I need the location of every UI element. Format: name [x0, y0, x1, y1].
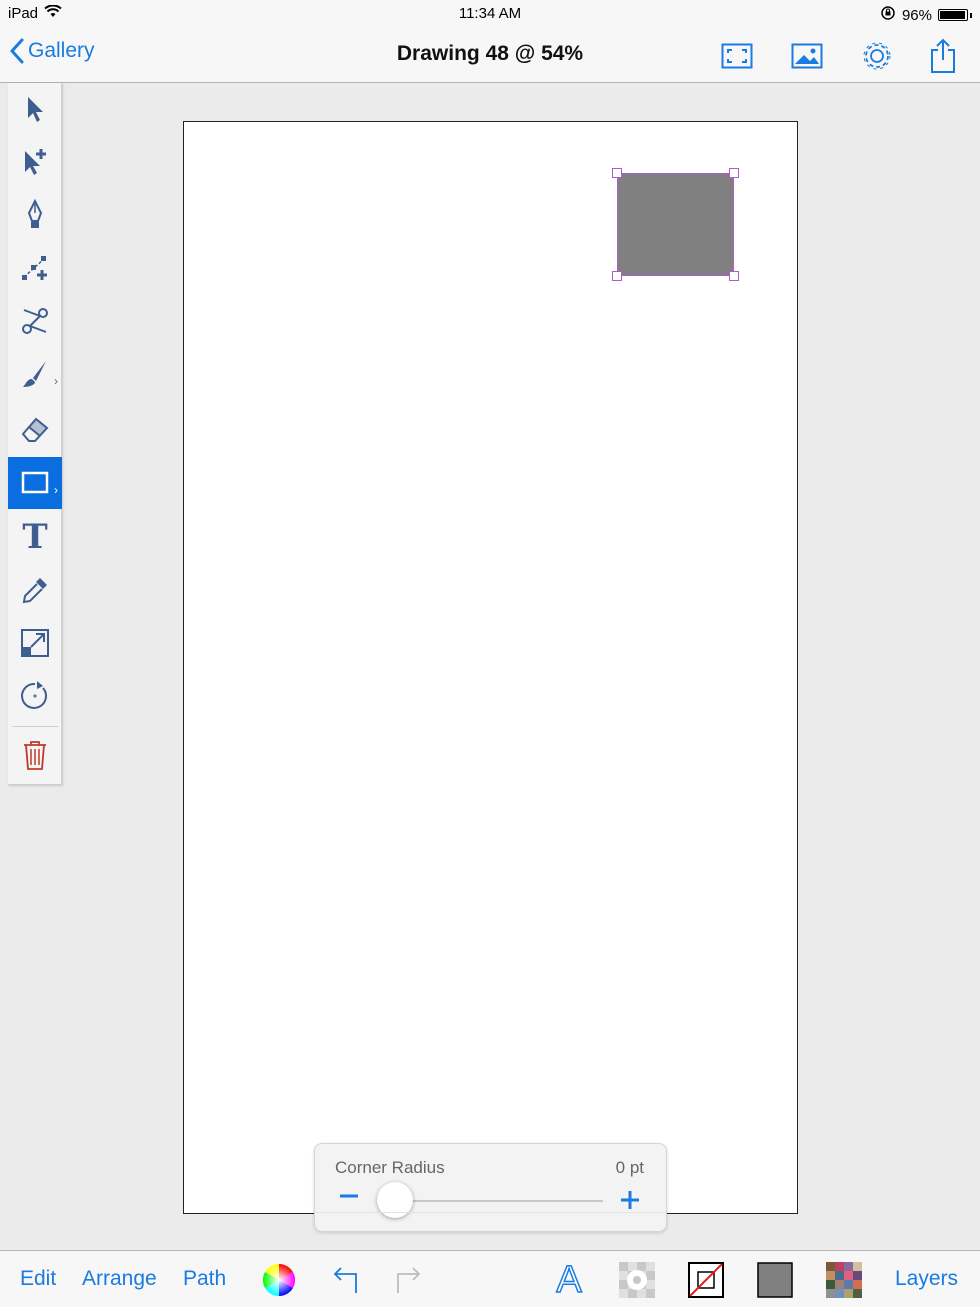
artboard[interactable] — [183, 121, 798, 1214]
battery-percent: 96% — [901, 6, 932, 24]
decrease-button[interactable] — [337, 1184, 361, 1208]
resize-handle-top-left[interactable] — [612, 168, 622, 178]
color-wheel-icon — [262, 1264, 296, 1296]
arrow-plus-icon — [25, 149, 46, 175]
image-button[interactable] — [787, 36, 827, 76]
swatches-button[interactable] — [825, 1261, 863, 1299]
battery-tip — [970, 12, 972, 18]
redo-icon — [397, 1267, 421, 1293]
toolbar-divider — [12, 726, 58, 727]
add-anchor-tool[interactable] — [8, 242, 62, 294]
slider-track[interactable] — [395, 1200, 603, 1202]
trash-icon — [24, 741, 46, 770]
share-icon — [931, 38, 955, 73]
image-icon — [791, 43, 823, 69]
settings-button[interactable] — [857, 36, 897, 76]
corner-radius-value: 0 pt — [615, 1158, 644, 1177]
corner-radius-popover: Corner Radius 0 pt — [314, 1143, 667, 1232]
scissors-tool[interactable] — [8, 295, 62, 347]
paintbrush-icon — [23, 361, 46, 387]
gear-icon — [863, 42, 891, 70]
submenu-indicator: › — [54, 374, 58, 388]
fullscreen-button[interactable] — [717, 36, 757, 76]
bottom-toolbar: Edit Arrange Path A Layers — [0, 1250, 980, 1307]
minus-icon — [340, 1194, 358, 1198]
font-icon: A — [556, 1259, 583, 1301]
direct-select-tool[interactable] — [8, 135, 62, 187]
undo-button[interactable] — [326, 1261, 364, 1299]
scale-icon — [21, 629, 49, 657]
resize-handle-bottom-right[interactable] — [729, 271, 739, 281]
orientation-lock-icon — [880, 5, 896, 25]
layers-button[interactable]: Layers — [895, 1267, 958, 1291]
status-bar: iPad 11:34 AM 96% — [0, 0, 980, 28]
resize-handle-bottom-left[interactable] — [612, 271, 622, 281]
eyedropper-tool[interactable] — [8, 564, 62, 616]
scissors-icon — [22, 308, 48, 334]
pen-tool[interactable] — [8, 189, 62, 241]
stroke-icon — [688, 1262, 724, 1298]
opacity-icon — [619, 1262, 655, 1298]
fullscreen-icon — [721, 43, 753, 69]
plus-icon — [621, 1191, 639, 1209]
eraser-tool[interactable] — [8, 403, 62, 455]
share-button[interactable] — [923, 36, 963, 76]
arrow-cursor-icon — [28, 97, 43, 122]
battery-icon — [938, 9, 968, 21]
submenu-indicator: › — [54, 483, 58, 497]
text-tool-icon: T — [22, 517, 48, 557]
delete-tool[interactable] — [8, 729, 62, 781]
rectangle-tool[interactable]: › — [8, 457, 62, 509]
swatches-grid-icon — [826, 1262, 862, 1298]
edit-button[interactable]: Edit — [20, 1267, 56, 1291]
increase-button[interactable] — [618, 1188, 642, 1212]
popover-divider — [315, 1212, 666, 1213]
corner-radius-label: Corner Radius — [335, 1158, 445, 1177]
redo-button[interactable] — [390, 1261, 428, 1299]
anchor-point-icon — [22, 256, 47, 280]
text-tool[interactable]: T — [8, 511, 62, 563]
status-time: 11:34 AM — [458, 5, 522, 22]
pen-nib-icon — [27, 199, 43, 228]
select-tool[interactable] — [8, 83, 62, 135]
path-button[interactable]: Path — [183, 1267, 226, 1291]
page-title: Drawing 48 @ 54% — [396, 42, 584, 65]
tool-palette: › › T — [8, 83, 62, 785]
rotate-icon — [21, 681, 48, 709]
rectangle-icon — [21, 471, 49, 494]
stroke-button[interactable] — [687, 1261, 725, 1299]
fill-button[interactable] — [756, 1261, 794, 1299]
arrange-button[interactable]: Arrange — [82, 1267, 157, 1291]
brush-tool[interactable]: › — [8, 348, 62, 400]
eyedropper-icon — [22, 578, 47, 604]
opacity-button[interactable] — [618, 1261, 656, 1299]
fill-swatch-icon — [757, 1262, 793, 1298]
resize-handle-top-right[interactable] — [729, 168, 739, 178]
font-button[interactable]: A — [550, 1259, 588, 1301]
selected-rectangle[interactable] — [617, 173, 734, 276]
status-right: 96% — [880, 5, 972, 25]
color-picker-button[interactable] — [260, 1261, 298, 1299]
nav-bar: Gallery Drawing 48 @ 54% — [0, 28, 980, 83]
undo-icon — [333, 1267, 357, 1293]
eraser-icon — [21, 417, 49, 442]
scale-tool[interactable] — [8, 617, 62, 669]
rotate-tool[interactable] — [8, 670, 62, 722]
